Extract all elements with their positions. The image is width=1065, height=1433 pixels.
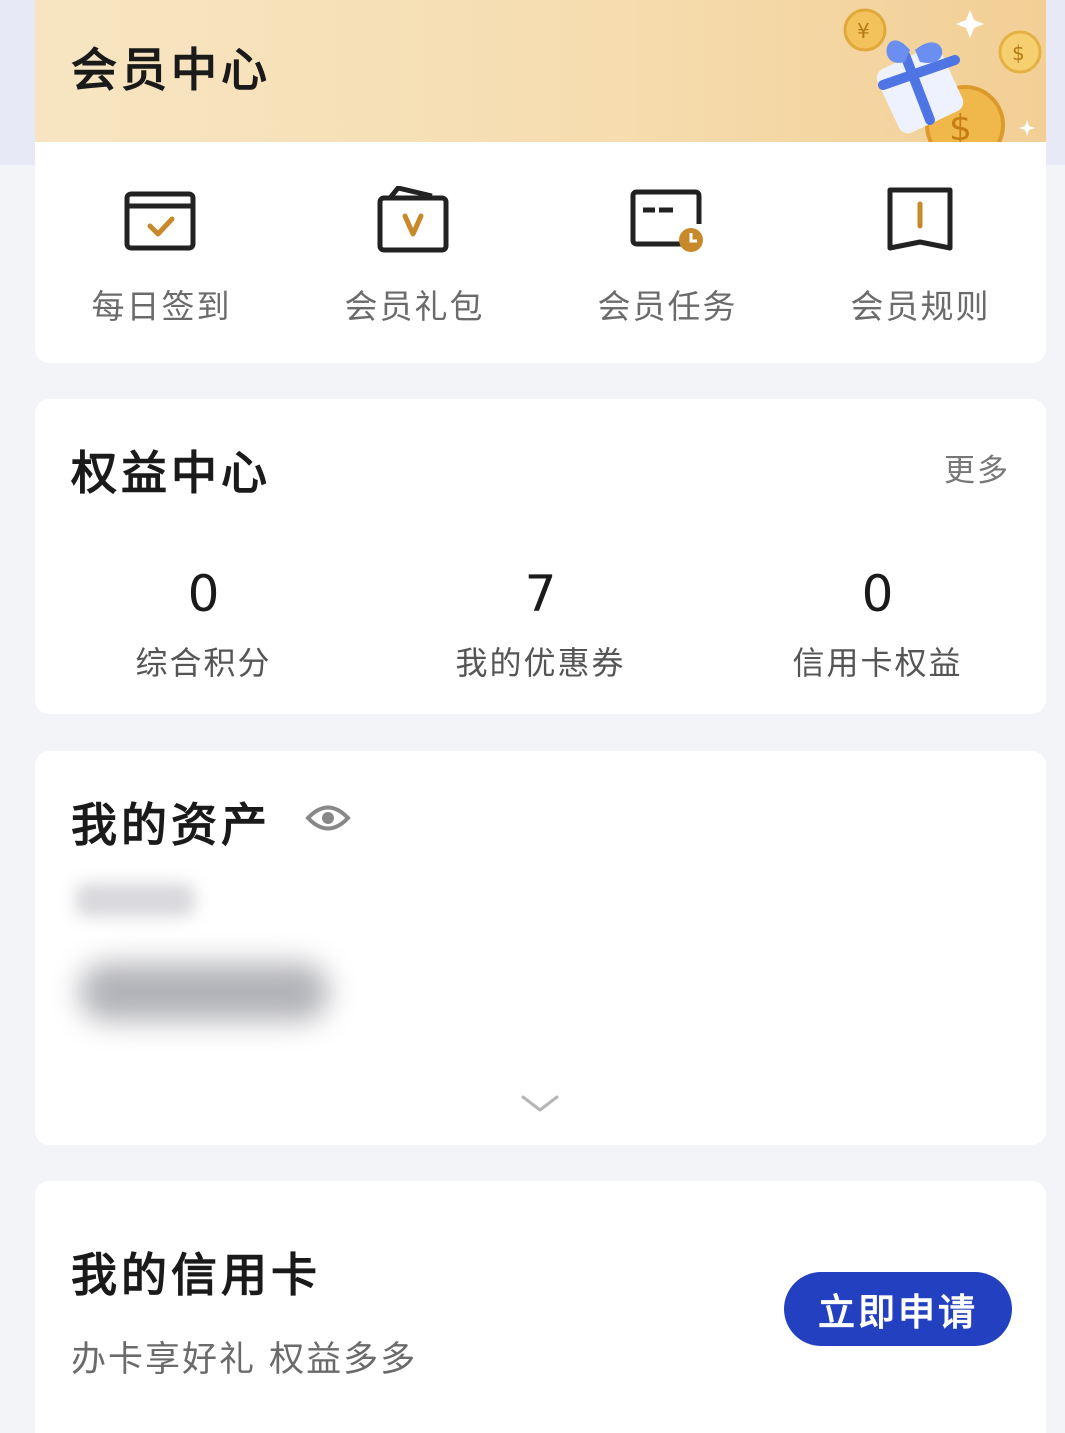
member-shortcuts: 每日签到 会员礼包 会员任务 会员规则 [35, 142, 1046, 363]
member-center-header: 会员中心 ¥ $ $ [35, 0, 1046, 142]
shortcut-member-rules[interactable]: 会员规则 [794, 182, 1046, 332]
apply-now-button[interactable]: 立即申请 [784, 1272, 1012, 1346]
gift-pack-icon [377, 186, 449, 253]
stat-points[interactable]: 0 综合积分 [35, 565, 372, 685]
assets-card: 我的资产 [35, 751, 1046, 1145]
member-center-card: 会员中心 ¥ $ $ 每日签到 会员礼包 会员任务 会员规则 [35, 0, 1046, 363]
stat-coupons[interactable]: 7 我的优惠券 [372, 565, 709, 685]
shortcut-label: 会员规则 [850, 287, 991, 326]
shortcut-member-gift[interactable]: 会员礼包 [288, 182, 541, 332]
more-link[interactable]: 更多 [944, 445, 1010, 490]
credit-card-subtitle: 办卡享好礼 权益多多 [71, 1340, 418, 1380]
shortcut-member-task[interactable]: 会员任务 [541, 182, 794, 332]
shortcut-label: 会员任务 [597, 287, 738, 326]
stat-label: 信用卡权益 [792, 644, 963, 682]
shortcut-daily-checkin[interactable]: 每日签到 [35, 182, 288, 332]
stat-value: 7 [524, 565, 557, 623]
shortcut-label: 每日签到 [91, 287, 232, 326]
credit-card-title: 我的信用卡 [71, 1248, 321, 1302]
credit-card-card: 我的信用卡 办卡享好礼 权益多多 立即申请 [35, 1181, 1046, 1433]
page: 会员中心 ¥ $ $ 每日签到 会员礼包 会员任务 会员规则 权益中心 更多 0… [0, 0, 1065, 1433]
benefits-card: 权益中心 更多 0 综合积分 7 我的优惠券 0 信用卡权益 [35, 399, 1046, 714]
shortcut-label: 会员礼包 [344, 287, 485, 326]
svg-text:¥: ¥ [857, 19, 870, 43]
stat-label: 综合积分 [135, 644, 272, 682]
chevron-down-icon[interactable] [520, 1093, 560, 1115]
stat-value: 0 [187, 565, 220, 623]
assets-title: 我的资产 [71, 798, 271, 852]
task-clock-icon [630, 189, 703, 252]
total-assets-label-blurred [75, 883, 195, 917]
member-center-title: 会员中心 [71, 43, 271, 97]
calendar-check-icon [124, 191, 196, 251]
svg-text:$: $ [1012, 41, 1025, 65]
eye-icon[interactable] [305, 801, 351, 835]
total-assets-amount-blurred [79, 963, 329, 1021]
rule-book-icon [887, 187, 953, 251]
stat-credit-card-benefits[interactable]: 0 信用卡权益 [709, 565, 1046, 685]
benefits-title: 权益中心 [71, 446, 271, 500]
stat-label: 我的优惠券 [455, 644, 626, 682]
gift-coins-illustration: ¥ $ $ [843, 8, 1042, 142]
stat-value: 0 [861, 565, 894, 623]
